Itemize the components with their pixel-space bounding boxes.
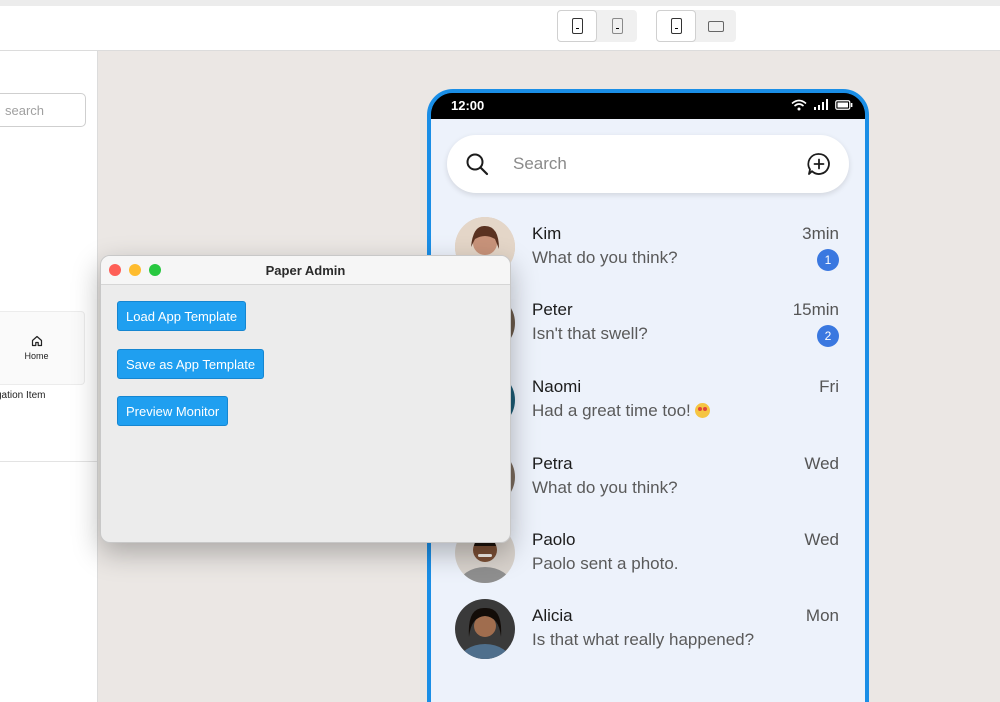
chat-search-input[interactable]: Search <box>513 154 567 174</box>
status-icons <box>791 99 853 111</box>
home-label: Home <box>24 351 49 361</box>
contact-name: Alicia <box>532 606 573 625</box>
device-toolbar <box>0 6 1000 51</box>
unread-badge: 1 <box>817 249 839 271</box>
navigation-item-label: gation Item <box>0 390 46 401</box>
search-icon <box>466 153 489 176</box>
device-size-toggle <box>557 10 637 42</box>
panel-divider <box>0 461 97 462</box>
contact-name: Naomi <box>532 377 582 396</box>
last-message: Is that what really happened? <box>532 630 755 649</box>
heart-eyes-emoji-icon <box>694 403 710 418</box>
tablet-size-button[interactable] <box>597 10 637 42</box>
component-search-input[interactable]: search <box>0 93 86 127</box>
unread-badge: 2 <box>817 325 839 347</box>
portrait-icon <box>670 18 682 34</box>
last-message: Paolo sent a photo. <box>532 554 679 573</box>
phone-portrait-icon <box>571 18 583 34</box>
message-time: Fri <box>819 377 839 396</box>
status-time: 12:00 <box>451 98 485 113</box>
wifi-icon <box>791 99 807 111</box>
navigation-item-card[interactable]: Home <box>0 311 85 385</box>
tablet-portrait-icon <box>611 18 623 34</box>
last-message: What do you think? <box>532 478 678 497</box>
message-time: Wed <box>804 530 839 549</box>
window-title: Paper Admin <box>265 263 346 278</box>
phone-size-button[interactable] <box>557 10 597 42</box>
component-panel: search Home gation Item <box>0 51 98 702</box>
preview-monitor-button[interactable]: Preview Monitor <box>117 396 229 426</box>
home-icon <box>31 335 42 347</box>
message-time: 3min <box>802 224 839 243</box>
avatar <box>455 599 515 659</box>
save-as-app-template-button[interactable]: Save as App Template <box>117 349 265 379</box>
last-message: Isn't that swell? <box>532 324 648 343</box>
contact-name: Petra <box>532 454 573 473</box>
signal-icon <box>814 99 828 110</box>
landscape-orientation-button[interactable] <box>696 10 736 42</box>
contact-name: Paolo <box>532 530 576 549</box>
contact-name: Kim <box>532 224 562 243</box>
chat-search-bar[interactable]: Search <box>447 135 849 193</box>
message-time: Wed <box>804 454 839 473</box>
load-app-template-button[interactable]: Load App Template <box>117 301 247 331</box>
message-time: Mon <box>805 606 839 625</box>
paper-admin-window: Paper Admin Load App Template Save as Ap… <box>100 255 511 543</box>
landscape-icon <box>708 20 724 32</box>
new-chat-icon[interactable] <box>807 152 831 176</box>
contact-name: Peter <box>532 300 573 319</box>
battery-icon <box>835 100 853 110</box>
orientation-toggle <box>656 10 736 42</box>
portrait-orientation-button[interactable] <box>656 10 696 42</box>
last-message: What do you think? <box>532 248 678 267</box>
window-titlebar[interactable]: Paper Admin <box>101 256 510 285</box>
message-time: 15min <box>792 300 839 319</box>
last-message: Had a great time too! <box>532 401 710 421</box>
conversation-row[interactable]: Alicia Is that what really happened? Mon <box>431 599 865 675</box>
status-bar: 12:00 <box>431 93 865 119</box>
